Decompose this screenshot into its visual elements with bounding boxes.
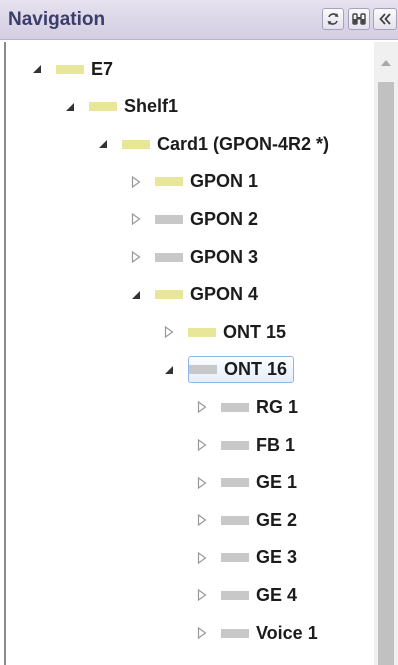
expanded-arrow-icon[interactable]	[162, 363, 176, 377]
collapse-panel-icon	[378, 12, 392, 26]
folder-icon	[221, 590, 249, 600]
collapsed-arrow-icon[interactable]	[195, 626, 209, 640]
tree-node-label: GPON 3	[190, 246, 259, 267]
expanded-arrow-icon[interactable]	[129, 288, 143, 302]
tree-node-label: GE 1	[256, 472, 298, 493]
expanded-arrow-icon[interactable]	[96, 137, 110, 151]
expanded-arrow-icon[interactable]	[63, 100, 77, 114]
folder-icon	[221, 478, 249, 488]
selected-node-highlight[interactable]: ONT 16	[188, 356, 295, 384]
tree-node-label: Card1 (GPON-4R2 *)	[157, 133, 330, 154]
folder-icon	[221, 440, 249, 450]
tree-node-content[interactable]: Card1 (GPON-4R2 *)	[122, 134, 329, 155]
tree-node-label: Shelf1	[124, 96, 179, 117]
folder-icon	[122, 139, 150, 149]
scroll-up-arrow-icon	[381, 53, 391, 71]
collapsed-arrow-icon[interactable]	[129, 175, 143, 189]
scrollbar-thumb[interactable]	[378, 82, 394, 665]
navigation-tree: E7 Shelf1 Card1 (GPON-4R2 *) GPON 1 GPON 2 GP…	[4, 42, 374, 665]
folder-icon	[155, 214, 183, 224]
collapsed-arrow-icon[interactable]	[195, 513, 209, 527]
expanded-arrow-icon[interactable]	[30, 62, 44, 76]
tree-node-content[interactable]: GPON 1	[155, 171, 258, 192]
tree-node[interactable]: GPON 4	[129, 281, 258, 309]
panel-header: Navigation	[0, 0, 398, 40]
tree-node-label: ONT 15	[223, 321, 287, 342]
folder-icon	[155, 177, 183, 187]
tree-node[interactable]: GE 4	[195, 581, 297, 609]
collapsed-arrow-icon[interactable]	[129, 250, 143, 264]
tree-node-content[interactable]: Shelf1	[89, 96, 178, 117]
tree-node[interactable]: Card1 (GPON-4R2 *)	[96, 130, 329, 158]
tree-node[interactable]: ONT 16	[162, 356, 295, 384]
tree-node[interactable]: GE 1	[195, 469, 297, 497]
tree-node-label: GPON 1	[190, 171, 259, 192]
tree-node[interactable]: ONT 15	[162, 318, 286, 346]
navigation-panel: Navigation E7 Shelf1 Card1 (GPON-4R2 *) …	[0, 0, 398, 665]
tree-node[interactable]: GPON 3	[129, 243, 258, 271]
tree-node-content[interactable]: ONT 15	[188, 322, 286, 343]
collapsed-arrow-icon[interactable]	[195, 400, 209, 414]
scroll-up-button[interactable]	[374, 42, 398, 82]
tree-node[interactable]: GPON 1	[129, 168, 258, 196]
collapsed-arrow-icon[interactable]	[195, 551, 209, 565]
tree-node-content[interactable]: GE 4	[221, 585, 297, 606]
tree-node[interactable]: GE 3	[195, 544, 297, 572]
tree-node-content[interactable]: RG 1	[221, 397, 298, 418]
tree-node-content[interactable]: GE 1	[221, 472, 297, 493]
tree-node[interactable]: FB 1	[195, 431, 295, 459]
tree-node-label: Voice 1	[256, 622, 318, 643]
tree-node-label: GPON 2	[190, 208, 259, 229]
panel-title: Navigation	[8, 9, 106, 30]
tree-node[interactable]: E7	[30, 55, 113, 83]
folder-icon	[189, 365, 217, 375]
tree-node-content[interactable]: GPON 4	[155, 284, 258, 305]
tree-node[interactable]: Shelf1	[63, 93, 178, 121]
folder-icon	[56, 64, 84, 74]
folder-icon	[188, 327, 216, 337]
find-button[interactable]	[348, 8, 370, 30]
tree-node[interactable]: GPON 2	[129, 205, 258, 233]
tree-node-label: GE 4	[256, 584, 298, 605]
tree-node-content[interactable]: GE 2	[221, 510, 297, 531]
tree-node-content[interactable]: FB 1	[221, 435, 295, 456]
folder-icon	[89, 102, 117, 112]
tree-node[interactable]: RG 1	[195, 393, 298, 421]
refresh-button[interactable]	[322, 8, 344, 30]
tree-node-label: ONT 16	[224, 359, 288, 380]
folder-icon	[221, 553, 249, 563]
tree-node-label: GPON 4	[190, 284, 259, 305]
vertical-scrollbar[interactable]	[374, 42, 398, 665]
collapsed-arrow-icon[interactable]	[129, 212, 143, 226]
tree-node-content[interactable]: GPON 2	[155, 209, 258, 230]
refresh-icon	[326, 12, 340, 26]
tree-node-content[interactable]: GPON 3	[155, 247, 258, 268]
tree-node-label: E7	[91, 58, 114, 79]
collapsed-arrow-icon[interactable]	[195, 438, 209, 452]
folder-icon	[221, 628, 249, 638]
tree-node-label: RG 1	[256, 396, 299, 417]
collapse-panel-button[interactable]	[373, 8, 397, 30]
folder-icon	[155, 290, 183, 300]
tree-node-label: FB 1	[256, 434, 296, 455]
collapsed-arrow-icon[interactable]	[195, 476, 209, 490]
find-icon	[352, 12, 366, 26]
collapsed-arrow-icon[interactable]	[162, 325, 176, 339]
folder-icon	[221, 402, 249, 412]
tree-node-content[interactable]: Voice 1	[221, 623, 318, 644]
tree-node-content[interactable]: GE 3	[221, 547, 297, 568]
tree-node-content[interactable]: E7	[56, 59, 113, 80]
folder-icon	[221, 515, 249, 525]
tree-node[interactable]: GE 2	[195, 506, 297, 534]
tree-node-label: GE 3	[256, 547, 298, 568]
collapsed-arrow-icon[interactable]	[195, 588, 209, 602]
tree-node-label: GE 2	[256, 509, 298, 530]
folder-icon	[155, 252, 183, 262]
tree-node[interactable]: Voice 1	[195, 619, 318, 647]
